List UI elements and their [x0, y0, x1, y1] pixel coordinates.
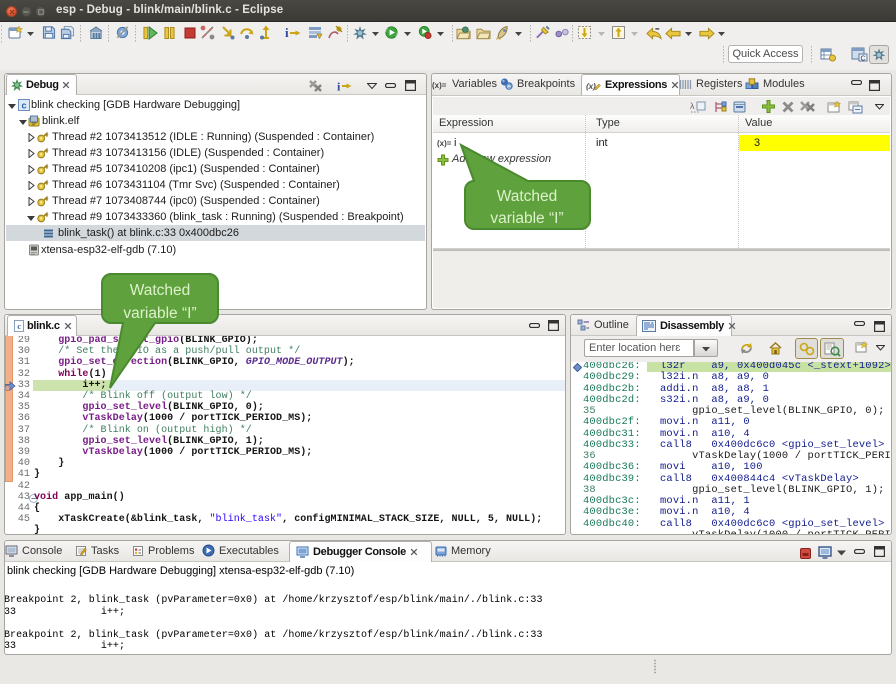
svg-text:Watched: Watched [130, 282, 191, 299]
svg-text:Watched: Watched [497, 188, 558, 205]
svg-text:variable “I”: variable “I” [123, 305, 196, 322]
svg-text:variable “I”: variable “I” [490, 210, 563, 227]
